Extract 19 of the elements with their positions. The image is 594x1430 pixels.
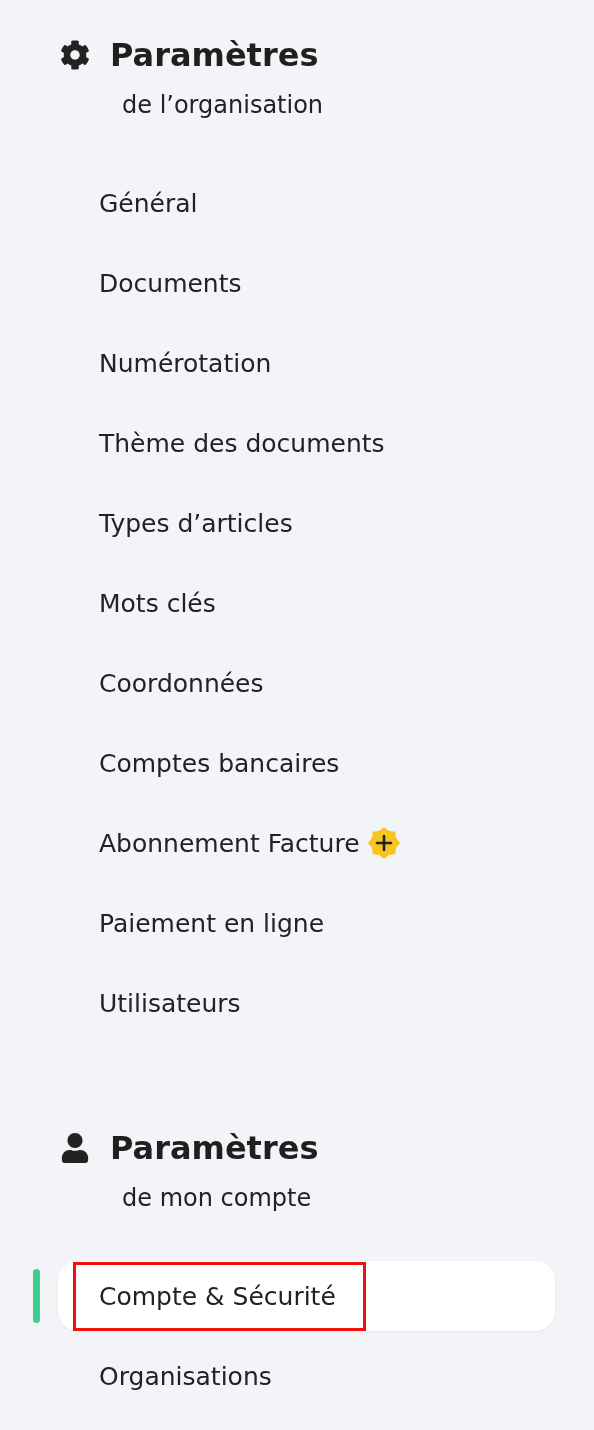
- section-subtitle: de l’organisation: [122, 90, 324, 121]
- menu-item[interactable]: Mots clés: [58, 568, 555, 638]
- section-title: Paramètres: [110, 36, 319, 74]
- menu-item[interactable]: Numérotation: [58, 328, 555, 398]
- section-title: Paramètres: [110, 1129, 319, 1167]
- menu-item[interactable]: Abonnement Facture: [58, 808, 555, 878]
- menu-item[interactable]: Général: [58, 168, 555, 238]
- user-icon: [60, 1133, 90, 1163]
- selection-indicator: [33, 1269, 40, 1323]
- menu-item[interactable]: Utilisateurs: [58, 968, 555, 1038]
- menu-item[interactable]: Comptes bancaires: [58, 728, 555, 798]
- menu-item[interactable]: Organisations: [58, 1341, 555, 1411]
- menu-item[interactable]: Paiement en ligne: [58, 888, 555, 958]
- settings-icon: [60, 40, 90, 70]
- menu-item[interactable]: Coordonnées: [58, 648, 555, 718]
- section-subtitle: de mon compte: [122, 1183, 312, 1214]
- menu-item[interactable]: Documents: [58, 248, 555, 318]
- menu-item[interactable]: Types d’articles: [58, 488, 555, 558]
- menu-item[interactable]: Thème des documents: [58, 408, 555, 478]
